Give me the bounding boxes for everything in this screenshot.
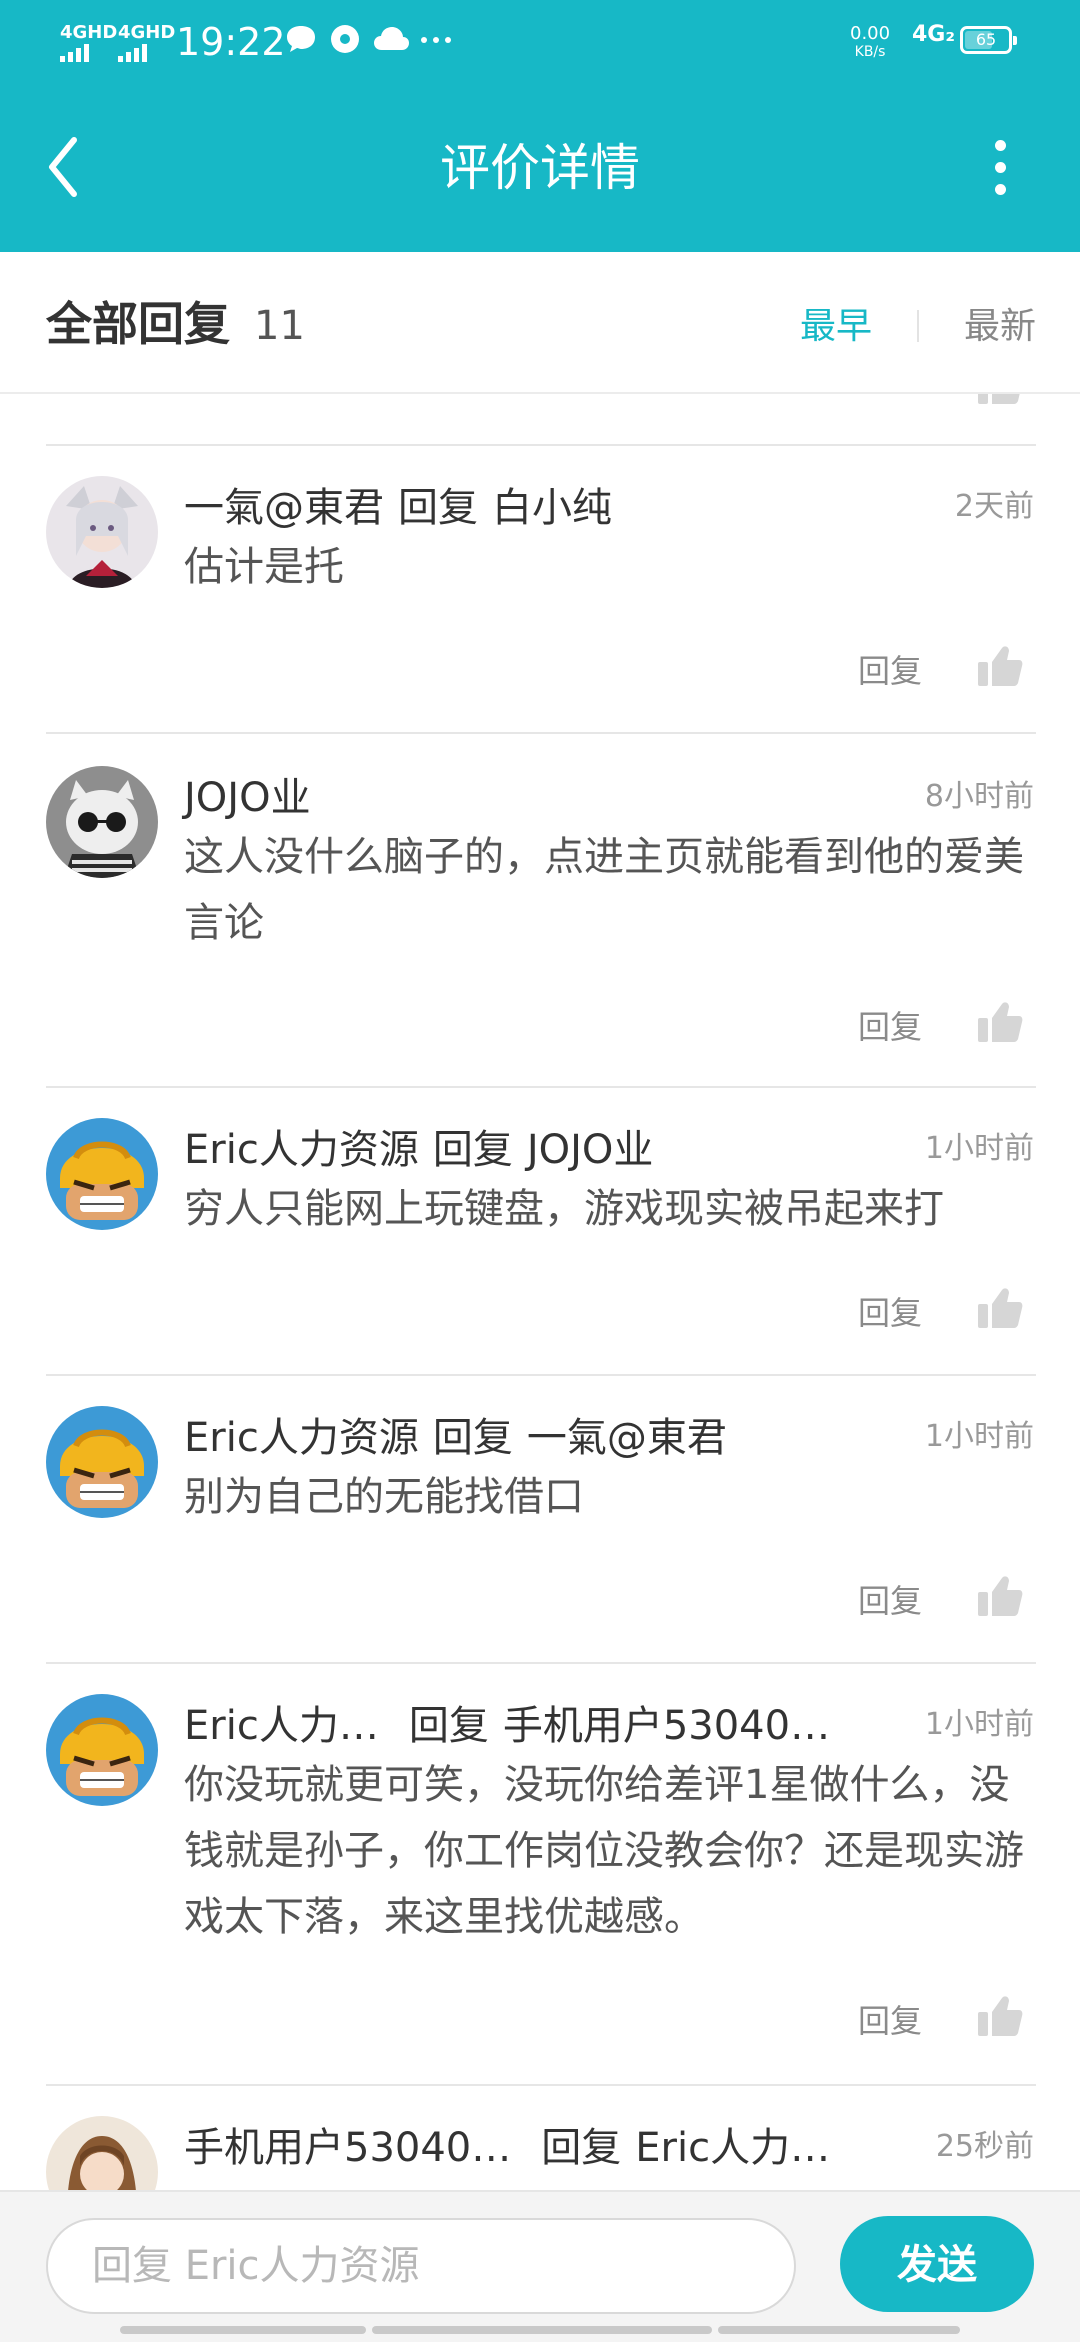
reply-connector: 回复	[432, 1415, 513, 1461]
more-notifications-icon	[421, 37, 451, 43]
chat-bubble-icon	[287, 26, 315, 52]
comment-list[interactable]: 一氣@東君 回复 白小纯 2天前 估计是托 回复 JOJO业 8小时前 这人没什…	[0, 394, 1080, 2190]
comment-time: 2天前	[954, 489, 1034, 524]
sort-earliest-tab[interactable]: 最早	[800, 302, 872, 352]
network-type: 4G₂	[912, 22, 956, 47]
comment-author-line: 一氣@東君 回复 白小纯	[184, 478, 612, 538]
reply-button[interactable]: 回复	[858, 646, 922, 696]
reply-button[interactable]: 回复	[858, 1576, 922, 1626]
comment-text: 估计是托	[184, 544, 344, 590]
comment-time: 25秒前	[935, 2129, 1034, 2164]
signal-2-label: 4GHD	[118, 22, 176, 43]
divider	[46, 1086, 1036, 1088]
comment-text: 你没玩就更可笑，没玩你给差评1星做什么，没钱就是孙子，你工作岗位没教会你？还是现…	[184, 1762, 1024, 1940]
battery-level: 65	[975, 30, 997, 49]
page-title: 评价详情	[440, 139, 640, 197]
signal-1: 4GHD	[60, 24, 117, 62]
signal-2: 4GHD	[118, 24, 175, 62]
reply-input[interactable]	[46, 2218, 796, 2314]
thumbs-up-icon[interactable]	[976, 642, 1024, 690]
comment-author[interactable]: 一氣@東君	[184, 485, 384, 531]
avatar[interactable]	[46, 1406, 158, 1518]
avatar[interactable]	[46, 1118, 158, 1230]
thumbs-up-icon[interactable]	[976, 1572, 1024, 1620]
comment-author-line: Eric人力资源 回复 JOJO业	[184, 1120, 653, 1180]
comment-author[interactable]: JOJO业	[184, 775, 311, 821]
comment-author[interactable]: Eric人力资源	[184, 1415, 419, 1461]
reply-button[interactable]: 回复	[858, 1288, 922, 1338]
sort-divider	[917, 310, 919, 342]
signal-bars-icon	[118, 44, 175, 62]
reply-target-user[interactable]: 一氣@東君	[527, 1415, 727, 1461]
reply-count: 11	[254, 303, 305, 349]
comment-author[interactable]: Eric人力资源	[184, 1127, 419, 1173]
reply-connector: 回复	[408, 1703, 489, 1749]
avatar[interactable]	[46, 1694, 158, 1806]
reply-filter-bar: 全部回复 11 最早 最新	[0, 252, 1080, 394]
net-speed-unit: KB/s	[854, 44, 886, 60]
reply-target-user[interactable]: JOJO业	[527, 1127, 654, 1173]
send-button[interactable]: 发送	[840, 2216, 1034, 2312]
net-speed: 0.00 KB/s	[850, 24, 890, 62]
comment-text: 这人没什么脑子的，点进主页就能看到他的爱美言论	[184, 834, 1024, 946]
divider	[46, 444, 1036, 446]
signal-bars-icon	[60, 44, 117, 62]
comment-time: 1小时前	[924, 1131, 1034, 1166]
signal-1-label: 4GHD	[60, 22, 118, 43]
all-replies-title: 全部回复	[46, 297, 230, 351]
comment-time: 8小时前	[924, 779, 1034, 814]
comment-author-line: Eric人力资源 回复 一氣@東君	[184, 1408, 727, 1468]
comment-time: 1小时前	[924, 1419, 1034, 1454]
thumbs-up-icon[interactable]	[976, 1284, 1024, 1332]
soul-app-icon	[331, 25, 359, 53]
reply-connector: 回复	[398, 485, 478, 531]
reply-target-user[interactable]: Eric人力…	[635, 2125, 830, 2171]
reply-composer: 发送	[0, 2190, 1080, 2342]
reply-connector: 回复	[432, 1127, 513, 1173]
comment-author[interactable]: 手机用户53040…	[184, 2125, 511, 2171]
reply-target-user[interactable]: 白小纯	[492, 485, 612, 531]
comment-text: 穷人只能网上玩键盘，游戏现实被吊起来打	[184, 1186, 944, 1232]
avatar[interactable]	[46, 766, 158, 878]
divider	[46, 1662, 1036, 1664]
divider	[46, 1374, 1036, 1376]
comment-author[interactable]: Eric人力…	[184, 1703, 379, 1749]
net-speed-value: 0.00	[850, 23, 891, 44]
thumbs-up-icon[interactable]	[976, 1992, 1024, 2040]
avatar[interactable]	[46, 2116, 158, 2190]
comment-text: 别为自己的无能找借口	[184, 1474, 584, 1520]
app-header: 4GHD 4GHD 19:22 0.00 KB/s 4G₂ 65 评价详情	[0, 0, 1080, 252]
comment-author-line: 手机用户53040… 回复 Eric人力…	[184, 2118, 830, 2178]
comment-author-line: JOJO业	[184, 768, 311, 828]
more-menu-icon[interactable]	[980, 140, 1020, 200]
reply-connector: 回复	[541, 2125, 622, 2171]
status-bar: 4GHD 4GHD 19:22 0.00 KB/s 4G₂ 65	[0, 0, 1080, 86]
comment-author-line: Eric人力… 回复 手机用户53040…	[184, 1696, 830, 1756]
gesture-bar	[0, 2326, 1080, 2336]
cloud-icon	[374, 27, 409, 50]
reply-button[interactable]: 回复	[858, 1996, 922, 2046]
status-time: 19:22	[176, 20, 286, 64]
reply-target-user[interactable]: 手机用户53040…	[503, 1703, 830, 1749]
sort-newest-tab[interactable]: 最新	[964, 302, 1036, 352]
thumbs-up-icon[interactable]	[976, 998, 1024, 1046]
battery-icon: 65	[960, 26, 1017, 54]
divider	[46, 2084, 1036, 2086]
reply-button[interactable]: 回复	[858, 1002, 922, 1052]
avatar[interactable]	[46, 476, 158, 588]
thumbs-up-icon[interactable]	[976, 394, 1024, 408]
comment-time: 1小时前	[924, 1707, 1034, 1742]
divider	[46, 732, 1036, 734]
